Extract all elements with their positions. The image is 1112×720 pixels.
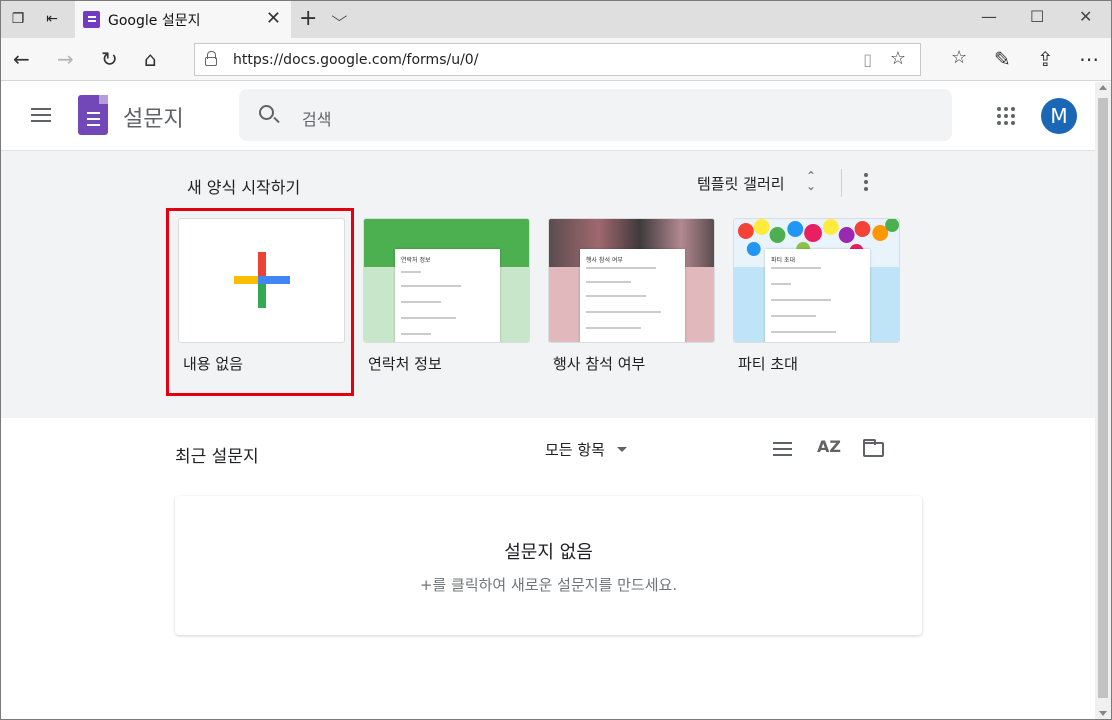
owner-filter-dropdown[interactable]: 모든 항목 bbox=[545, 439, 605, 460]
empty-state-card: 설문지 없음 +를 클릭하여 새로운 설문지를 만드세요. bbox=[175, 496, 922, 635]
lock-icon bbox=[205, 51, 217, 66]
forms-header: 설문지 검색 M bbox=[1, 82, 1095, 151]
thumbnail-form-title: 연락처 정보 bbox=[401, 257, 431, 264]
search-icon[interactable] bbox=[259, 105, 274, 120]
thumbnail-form: 연락처 정보 bbox=[395, 249, 500, 342]
scrollbar-thumb[interactable] bbox=[1098, 98, 1108, 698]
template-section: 새 양식 시작하기 템플릿 갤러리 ⌃ ⌄ 내용 없음 연락처 정보 연락처 정… bbox=[1, 151, 1095, 418]
page-scrollbar[interactable] bbox=[1095, 82, 1111, 719]
template-party-label[interactable]: 파티 초대 bbox=[738, 353, 798, 374]
thumbnail-form-title: 행사 참석 여부 bbox=[586, 257, 623, 264]
dropdown-caret-icon[interactable] bbox=[617, 447, 627, 452]
template-rsvp-card[interactable]: 행사 참석 여부 bbox=[548, 218, 715, 343]
tab-list-chevron-icon[interactable]: ⌵ bbox=[331, 9, 347, 25]
back-icon[interactable]: ← bbox=[13, 47, 30, 71]
thumbnail-form: 행사 참석 여부 bbox=[580, 249, 685, 342]
account-avatar[interactable]: M bbox=[1041, 98, 1077, 134]
url-text[interactable]: https://docs.google.com/forms/u/0/ bbox=[233, 52, 478, 68]
browser-window: ❐ ⇤ Google 설문지 ✕ + ⌵ — ☐ ✕ ← → ↻ ⌂ https… bbox=[0, 0, 1112, 720]
template-gallery-button[interactable]: 템플릿 갤러리 bbox=[697, 173, 785, 194]
forward-icon[interactable]: → bbox=[57, 47, 74, 71]
tab-title: Google 설문지 bbox=[108, 13, 201, 29]
template-rsvp-label[interactable]: 행사 참석 여부 bbox=[553, 353, 645, 374]
tabs-aside-icon[interactable]: ⇤ bbox=[43, 10, 61, 28]
list-view-icon[interactable] bbox=[773, 442, 792, 456]
folder-icon[interactable] bbox=[863, 439, 884, 457]
template-more-icon[interactable] bbox=[859, 173, 873, 193]
divider bbox=[841, 169, 842, 197]
new-tab-icon[interactable]: + bbox=[299, 6, 317, 31]
address-toolbar: ← → ↻ ⌂ https://docs.google.com/forms/u/… bbox=[1, 38, 1111, 81]
template-section-title: 새 양식 시작하기 bbox=[187, 178, 301, 197]
app-title[interactable]: 설문지 bbox=[123, 101, 184, 133]
thumbnail-form: 파티 초대 bbox=[765, 249, 870, 342]
minimize-icon[interactable]: — bbox=[981, 7, 997, 26]
home-icon[interactable]: ⌂ bbox=[144, 47, 157, 71]
more-icon[interactable]: ⋯ bbox=[1079, 47, 1099, 71]
refresh-icon[interactable]: ↻ bbox=[101, 47, 118, 71]
main-menu-icon[interactable] bbox=[31, 108, 51, 122]
search-bar[interactable]: 검색 bbox=[239, 89, 952, 141]
empty-state-title: 설문지 없음 bbox=[504, 542, 593, 563]
share-icon[interactable]: ⇪ bbox=[1037, 47, 1054, 71]
selection-highlight-box bbox=[166, 208, 354, 396]
template-contact-label[interactable]: 연락처 정보 bbox=[368, 353, 442, 374]
forms-logo-icon[interactable] bbox=[78, 95, 108, 135]
template-party-card[interactable]: 파티 초대 bbox=[733, 218, 900, 343]
empty-state-subtitle: +를 클릭하여 새로운 설문지를 만드세요. bbox=[419, 576, 678, 594]
scroll-up-arrow-icon[interactable] bbox=[1099, 85, 1107, 90]
tab-google-forms[interactable]: Google 설문지 ✕ bbox=[75, 1, 291, 38]
forms-favicon-icon bbox=[83, 11, 100, 28]
address-bar[interactable]: https://docs.google.com/forms/u/0/ ▯ ☆ bbox=[194, 43, 921, 76]
reading-view-icon[interactable]: ▯ bbox=[863, 50, 872, 69]
google-apps-icon[interactable] bbox=[997, 107, 1015, 125]
thumbnail-form-title: 파티 초대 bbox=[771, 257, 795, 264]
tab-bar: ❐ ⇤ Google 설문지 ✕ + ⌵ — ☐ ✕ bbox=[1, 1, 1111, 38]
recent-forms-title: 최근 설문지 bbox=[175, 447, 259, 467]
favorite-star-icon[interactable]: ☆ bbox=[890, 48, 906, 69]
maximize-icon[interactable]: ☐ bbox=[1030, 7, 1044, 26]
favorites-icon[interactable]: ☆ bbox=[951, 47, 967, 68]
pen-icon[interactable]: ✎ bbox=[994, 47, 1011, 71]
tab-close-icon[interactable]: ✕ bbox=[266, 8, 281, 29]
unfold-icon[interactable]: ⌃ ⌄ bbox=[806, 170, 816, 192]
scroll-down-arrow-icon[interactable] bbox=[1099, 711, 1107, 716]
window-close-icon[interactable]: ✕ bbox=[1079, 7, 1092, 26]
search-input[interactable]: 검색 bbox=[302, 106, 331, 130]
tab-sets-icon[interactable]: ❐ bbox=[9, 10, 27, 28]
template-contact-card[interactable]: 연락처 정보 bbox=[363, 218, 530, 343]
sort-az-icon[interactable]: AZ bbox=[817, 437, 841, 456]
